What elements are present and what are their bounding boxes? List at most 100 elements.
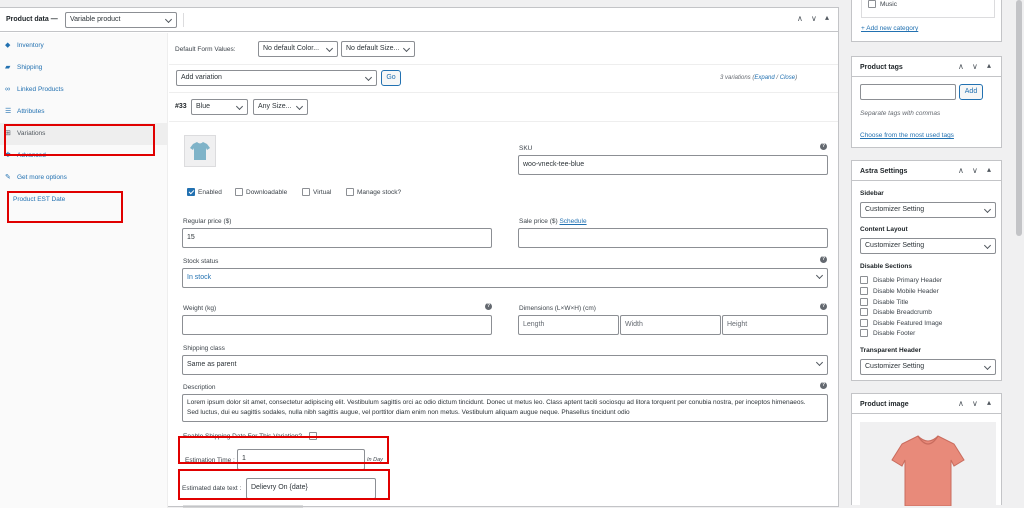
tags-toggle-icon[interactable]: ▴ — [987, 61, 991, 70]
content-layout-label: Content Layout — [860, 226, 908, 233]
sku-label: SKU — [519, 145, 533, 152]
product-data-panel: Product data — Variable product ∧ ∨ ▴ ◆ … — [0, 7, 839, 508]
product-image-preview[interactable] — [860, 422, 996, 507]
disable-primary-header-checkbox[interactable] — [860, 276, 868, 284]
product-tags-title: Product tags — [860, 64, 903, 71]
tab-attributes[interactable]: ☰ Attributes — [0, 101, 168, 123]
category-music-checkbox[interactable] — [868, 0, 876, 8]
manage-stock-label: Manage stock? — [357, 189, 402, 196]
disable-primary-header-label: Disable Primary Header — [873, 277, 942, 284]
sale-price-input[interactable] — [518, 228, 828, 248]
astra-move-up-icon[interactable]: ∧ — [958, 166, 964, 175]
stock-status-select[interactable]: In stock — [182, 268, 828, 288]
highlight-est-date-tab — [7, 191, 123, 223]
collapse-up-icon[interactable]: ∧ — [797, 14, 803, 23]
plugin-icon: ✎ — [5, 174, 11, 181]
toolbar-divider-2 — [169, 92, 838, 93]
content-layout-select[interactable]: Customizer Setting — [860, 238, 996, 254]
shipping-class-select[interactable]: Same as parent — [182, 355, 828, 375]
image-move-down-icon[interactable]: ∨ — [972, 399, 978, 408]
tab-shipping[interactable]: ▰ Shipping — [0, 57, 168, 79]
disable-footer-checkbox[interactable] — [860, 329, 868, 337]
categories-list: Music — [861, 0, 995, 18]
sku-input[interactable]: woo-vneck-tee-blue — [518, 155, 828, 175]
downloadable-checkbox[interactable] — [235, 188, 243, 196]
sku-help-icon[interactable]: ? — [820, 143, 827, 150]
stock-status-help-icon[interactable]: ? — [820, 256, 827, 263]
variation-size-select[interactable]: Any Size... — [253, 99, 308, 115]
virtual-label: Virtual — [313, 189, 332, 196]
width-input[interactable]: Width — [620, 315, 721, 335]
astra-settings-title: Astra Settings — [860, 168, 908, 175]
variation-thumbnail[interactable] — [184, 135, 216, 167]
inventory-icon: ◆ — [5, 42, 11, 49]
sale-price-label: Sale price ($) Schedule — [519, 218, 587, 225]
disable-breadcrumb-checkbox[interactable] — [860, 308, 868, 316]
astra-header: Astra Settings ∧ ∨ ▴ — [852, 161, 1001, 181]
page-scrollbar[interactable] — [1014, 0, 1024, 505]
tab-linked-products[interactable]: ∞ Linked Products — [0, 79, 168, 101]
virtual-checkbox[interactable] — [302, 188, 310, 196]
product-data-tabs: ◆ Inventory ▰ Shipping ∞ Linked Products… — [0, 33, 168, 508]
regular-price-label: Regular price ($) — [183, 218, 232, 225]
disable-featured-image-label: Disable Featured Image — [873, 320, 943, 327]
image-toggle-icon[interactable]: ▴ — [987, 398, 991, 407]
variations-count: 3 variations (Expand / Close) — [720, 75, 798, 81]
link-icon: ∞ — [5, 86, 10, 93]
close-link[interactable]: Close — [780, 75, 795, 81]
expand-link[interactable]: Expand — [754, 75, 774, 81]
most-used-tags-link[interactable]: Choose from the most used tags — [860, 132, 954, 139]
collapse-down-icon[interactable]: ∨ — [811, 14, 817, 23]
disable-featured-image-checkbox[interactable] — [860, 319, 868, 327]
product-tags-panel: Product tags ∧ ∨ ▴ Add Separate tags wit… — [851, 56, 1002, 148]
regular-price-input[interactable]: 15 — [182, 228, 492, 248]
product-image-header: Product image ∧ ∨ ▴ — [852, 394, 1001, 414]
disable-title-checkbox[interactable] — [860, 298, 868, 306]
tab-get-more-options[interactable]: ✎ Get more options — [0, 167, 168, 189]
downloadable-label: Downloadable — [246, 189, 288, 196]
variation-id: #33 — [175, 103, 187, 110]
default-form-values-label: Default Form Values: — [175, 46, 236, 53]
toolbar-divider — [169, 64, 838, 65]
variation-color-select[interactable]: Blue — [191, 99, 248, 115]
dimensions-help-icon[interactable]: ? — [820, 303, 827, 310]
disable-mobile-header-label: Disable Mobile Header — [873, 288, 939, 295]
sidebar-setting-select[interactable]: Customizer Setting — [860, 202, 996, 218]
description-label: Description — [183, 384, 216, 391]
schedule-link[interactable]: Schedule — [559, 218, 586, 225]
tags-move-up-icon[interactable]: ∧ — [958, 62, 964, 71]
default-color-select[interactable]: No default Color... — [258, 41, 338, 57]
enabled-label: Enabled — [198, 189, 222, 196]
category-music-label: Music — [880, 1, 897, 8]
astra-move-down-icon[interactable]: ∨ — [972, 166, 978, 175]
categories-panel: Music + Add new category — [851, 0, 1002, 42]
product-data-header: Product data — Variable product ∧ ∨ ▴ — [0, 8, 838, 32]
product-type-select[interactable]: Variable product — [65, 12, 177, 28]
go-button[interactable]: Go — [381, 70, 401, 86]
tags-move-down-icon[interactable]: ∨ — [972, 62, 978, 71]
description-textarea[interactable]: Lorem ipsum dolor sit amet, consectetur … — [182, 394, 828, 422]
disable-sections-label: Disable Sections — [860, 263, 913, 270]
description-help-icon[interactable]: ? — [820, 382, 827, 389]
disable-mobile-header-checkbox[interactable] — [860, 287, 868, 295]
transparent-header-select[interactable]: Customizer Setting — [860, 359, 996, 375]
image-move-up-icon[interactable]: ∧ — [958, 399, 964, 408]
list-icon: ☰ — [5, 108, 12, 115]
default-size-select[interactable]: No default Size... — [341, 41, 415, 57]
weight-help-icon[interactable]: ? — [485, 303, 492, 310]
astra-toggle-icon[interactable]: ▴ — [987, 165, 991, 174]
length-input[interactable]: Length — [518, 315, 619, 335]
scrollbar-thumb[interactable] — [1016, 0, 1022, 236]
tags-input[interactable] — [860, 84, 956, 100]
weight-input[interactable] — [182, 315, 492, 335]
add-variation-select[interactable]: Add variation — [176, 70, 377, 86]
add-tag-button[interactable]: Add — [959, 84, 983, 100]
height-input[interactable]: Height — [722, 315, 828, 335]
tab-inventory[interactable]: ◆ Inventory — [0, 35, 168, 57]
disable-footer-label: Disable Footer — [873, 330, 916, 337]
shipping-class-label: Shipping class — [183, 345, 225, 352]
enabled-checkbox[interactable] — [187, 188, 195, 196]
add-new-category-link[interactable]: + Add new category — [861, 25, 918, 32]
toggle-panel-icon[interactable]: ▴ — [825, 13, 829, 22]
manage-stock-checkbox[interactable] — [346, 188, 354, 196]
